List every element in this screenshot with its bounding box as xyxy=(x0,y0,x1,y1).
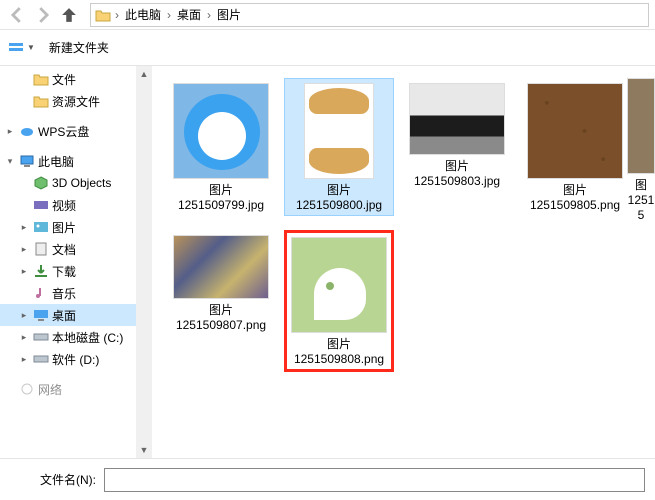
3d-icon xyxy=(33,176,49,190)
file-thumbnail xyxy=(409,83,505,155)
new-folder-label: 新建文件夹 xyxy=(49,39,109,56)
sidebar-item-label: 文件 xyxy=(52,71,76,88)
breadcrumb-item[interactable]: 此电脑 xyxy=(123,6,163,23)
filename-input[interactable] xyxy=(104,468,645,492)
scroll-up-button[interactable]: ▲ xyxy=(136,66,152,82)
command-bar: ▼ 新建文件夹 xyxy=(0,30,655,66)
file-thumbnail xyxy=(527,83,623,179)
cloud-icon xyxy=(19,124,35,138)
tree-twisty-collapse[interactable]: ▾ xyxy=(4,156,16,167)
filename-label: 文件名(N): xyxy=(40,471,96,488)
file-name: 图片1251509808.png xyxy=(294,337,384,367)
chevron-right-icon: › xyxy=(165,8,173,22)
sidebar-tree[interactable]: 文件 资源文件 ▸ WPS云盘 ▾ 此电脑 3D Objects 视频 xyxy=(0,66,152,458)
sidebar-item-resources[interactable]: 资源文件 xyxy=(0,90,151,112)
breadcrumb-item[interactable]: 图片 xyxy=(215,6,243,23)
folder-icon xyxy=(33,94,49,108)
documents-icon xyxy=(33,242,49,256)
file-name: 图片1251509807.png xyxy=(176,303,266,333)
folder-icon xyxy=(95,8,111,22)
sidebar-item-drive-c[interactable]: ▸ 本地磁盘 (C:) xyxy=(0,326,151,348)
file-name: 图12515 xyxy=(627,178,655,223)
file-item[interactable]: 图片1251509800.jpg xyxy=(284,78,394,216)
file-name: 图片1251509805.png xyxy=(530,183,620,213)
sidebar-item-label: 下载 xyxy=(52,263,76,280)
main-area: 文件 资源文件 ▸ WPS云盘 ▾ 此电脑 3D Objects 视频 xyxy=(0,66,655,458)
file-item[interactable]: 图片1251509803.jpg xyxy=(402,78,512,216)
sidebar-item-label: 音乐 xyxy=(52,285,76,302)
file-item[interactable]: 图片1251509807.png xyxy=(166,230,276,372)
sidebar-item-downloads[interactable]: ▸ 下载 xyxy=(0,260,151,282)
sidebar-item-label: 桌面 xyxy=(52,307,76,324)
sidebar-item-pictures[interactable]: ▸ 图片 xyxy=(0,216,151,238)
tree-twisty-expand[interactable]: ▸ xyxy=(18,266,30,277)
sidebar-item-label: 网络 xyxy=(38,381,62,398)
tree-twisty-expand[interactable]: ▸ xyxy=(18,244,30,255)
network-icon xyxy=(19,382,35,396)
drive-icon xyxy=(33,330,49,344)
sidebar-item-drive-d[interactable]: ▸ 软件 (D:) xyxy=(0,348,151,370)
file-thumbnail xyxy=(173,83,269,179)
sidebar-item-desktop[interactable]: ▸ 桌面 xyxy=(0,304,151,326)
sidebar-item-documents[interactable]: ▸ 文档 xyxy=(0,238,151,260)
computer-icon xyxy=(19,154,35,168)
tree-twisty-expand[interactable]: ▸ xyxy=(18,354,30,365)
video-icon xyxy=(33,198,49,212)
sidebar-item-wps[interactable]: ▸ WPS云盘 xyxy=(0,120,151,142)
sidebar-item-3dobjects[interactable]: 3D Objects xyxy=(0,172,151,194)
sidebar-item-label: 资源文件 xyxy=(52,93,100,110)
file-item-highlighted[interactable]: 图片1251509808.png xyxy=(284,230,394,372)
sidebar-item-videos[interactable]: 视频 xyxy=(0,194,151,216)
tree-twisty-expand[interactable]: ▸ xyxy=(18,332,30,343)
sidebar-item-music[interactable]: 音乐 xyxy=(0,282,151,304)
file-list[interactable]: 图片1251509799.jpg 图片1251509800.jpg 图片1251… xyxy=(152,66,655,458)
sidebar-item-label: WPS云盘 xyxy=(38,123,89,140)
nav-up-button[interactable] xyxy=(58,4,80,26)
file-name: 图片1251509800.jpg xyxy=(296,183,382,213)
chevron-right-icon: › xyxy=(205,8,213,22)
pictures-icon xyxy=(33,220,49,234)
music-icon xyxy=(33,286,49,300)
file-thumbnail xyxy=(291,237,387,333)
sidebar-scrollbar[interactable]: ▲ ▼ xyxy=(136,66,152,458)
sidebar-item-label: 图片 xyxy=(52,219,76,236)
sidebar-item-label: 文档 xyxy=(52,241,76,258)
file-item[interactable]: 图片1251509799.jpg xyxy=(166,78,276,216)
scroll-track[interactable] xyxy=(136,82,152,442)
sidebar-item-files[interactable]: 文件 xyxy=(0,68,151,90)
chevron-right-icon: › xyxy=(113,8,121,22)
file-item[interactable]: 图片1251509805.png xyxy=(520,78,630,216)
chevron-down-icon: ▼ xyxy=(27,43,35,52)
file-name: 图片1251509803.jpg xyxy=(414,159,500,189)
file-thumbnail xyxy=(627,78,655,174)
tree-twisty-expand[interactable]: ▸ xyxy=(4,126,16,137)
nav-forward-button[interactable] xyxy=(32,4,54,26)
sidebar-item-label: 软件 (D:) xyxy=(52,351,99,368)
file-thumbnail xyxy=(304,83,374,179)
breadcrumb-item[interactable]: 桌面 xyxy=(175,6,203,23)
sidebar-item-thispc[interactable]: ▾ 此电脑 xyxy=(0,150,151,172)
organize-icon xyxy=(8,41,24,55)
sidebar-item-network[interactable]: 网络 xyxy=(0,378,151,400)
tree-twisty-expand[interactable]: ▸ xyxy=(18,222,30,233)
sidebar-item-label: 本地磁盘 (C:) xyxy=(52,329,123,346)
breadcrumb[interactable]: › 此电脑 › 桌面 › 图片 xyxy=(90,3,649,27)
desktop-icon xyxy=(33,308,49,322)
tree-twisty-expand[interactable]: ▸ xyxy=(18,310,30,321)
drive-icon xyxy=(33,352,49,366)
scroll-down-button[interactable]: ▼ xyxy=(136,442,152,458)
filename-bar: 文件名(N): xyxy=(0,458,655,500)
address-bar: › 此电脑 › 桌面 › 图片 xyxy=(0,0,655,30)
new-folder-button[interactable]: 新建文件夹 xyxy=(49,39,109,56)
folder-icon xyxy=(33,72,49,86)
nav-back-button[interactable] xyxy=(6,4,28,26)
sidebar-item-label: 视频 xyxy=(52,197,76,214)
file-name: 图片1251509799.jpg xyxy=(178,183,264,213)
file-thumbnail xyxy=(173,235,269,299)
sidebar-item-label: 3D Objects xyxy=(52,176,111,190)
sidebar-item-label: 此电脑 xyxy=(38,153,74,170)
downloads-icon xyxy=(33,264,49,278)
file-item-partial[interactable]: 图12515 xyxy=(627,78,655,223)
organize-dropdown[interactable]: ▼ xyxy=(8,41,35,55)
